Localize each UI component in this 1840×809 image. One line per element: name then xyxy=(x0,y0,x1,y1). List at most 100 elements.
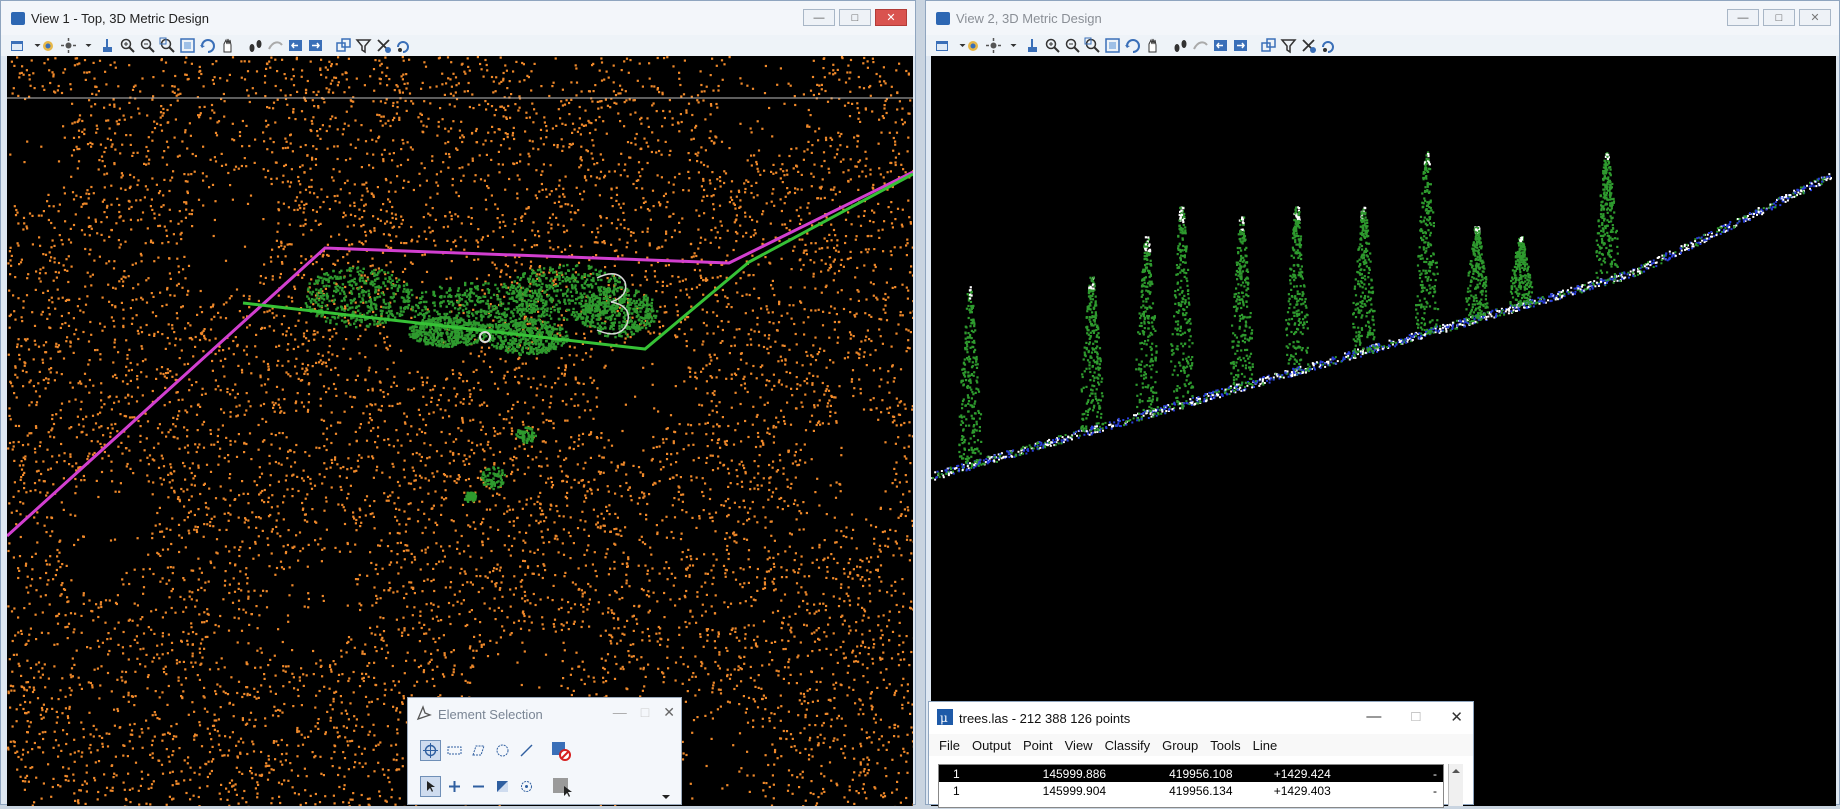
invert-selection-icon[interactable] xyxy=(492,776,513,797)
view1-canvas[interactable]: 3 xyxy=(7,56,913,806)
rotate-view-icon[interactable] xyxy=(1124,37,1141,54)
maximize-button[interactable]: □ xyxy=(1763,9,1795,26)
display-style-icon[interactable] xyxy=(965,37,982,54)
add-selection-icon[interactable] xyxy=(444,776,465,797)
new-selection-icon[interactable] xyxy=(420,776,441,797)
view2-titlebar[interactable]: View 2, 3D Metric Design — □ ✕ xyxy=(926,1,1839,35)
chevron-down-icon[interactable] xyxy=(1005,37,1013,54)
zoom-out-icon[interactable] xyxy=(139,37,156,54)
next-view-icon[interactable] xyxy=(1232,37,1249,54)
update-view-icon[interactable] xyxy=(99,37,116,54)
pan-view-icon[interactable] xyxy=(1144,37,1161,54)
flag-cell: - xyxy=(1433,767,1443,781)
copy-view-icon[interactable] xyxy=(1260,37,1277,54)
camera-icon[interactable] xyxy=(1192,37,1209,54)
copy-view-icon[interactable] xyxy=(335,37,352,54)
previous-view-icon[interactable] xyxy=(1212,37,1229,54)
maximize-button[interactable]: □ xyxy=(641,704,649,721)
table-scrollbar[interactable] xyxy=(1448,764,1463,806)
point-cloud-titlebar[interactable]: μ trees.las - 212 388 126 points — □ ✕ xyxy=(929,702,1473,734)
element-selection-titlebar[interactable]: Element Selection — □ ✕ xyxy=(408,698,681,730)
select-all-icon[interactable] xyxy=(516,776,537,797)
easting-cell: 145999.904 xyxy=(1043,784,1169,798)
lighting-icon[interactable] xyxy=(985,37,1002,54)
zoom-out-icon[interactable] xyxy=(1064,37,1081,54)
elevation-cell: +1429.424 xyxy=(1274,767,1433,781)
table-row[interactable]: 1 145999.886 419956.108 +1429.424 - xyxy=(939,765,1443,782)
menu-classify[interactable]: Classify xyxy=(1105,738,1151,753)
chevron-down-icon[interactable] xyxy=(29,37,37,54)
close-button[interactable]: ✕ xyxy=(1450,708,1463,726)
minimize-button[interactable]: — xyxy=(1366,708,1381,726)
circle-select-icon[interactable] xyxy=(492,740,513,761)
walk-icon[interactable] xyxy=(1172,37,1189,54)
next-view-icon[interactable] xyxy=(307,37,324,54)
element-selection-dialog[interactable]: Element Selection — □ ✕ xyxy=(407,697,682,805)
update-view-icon[interactable] xyxy=(1024,37,1041,54)
view-settings-icon[interactable] xyxy=(395,37,412,54)
line-select-icon[interactable] xyxy=(516,740,537,761)
terrascan-logo-icon: μ xyxy=(937,709,953,728)
window-area-icon[interactable] xyxy=(1084,37,1101,54)
close-button[interactable]: ✕ xyxy=(875,9,907,26)
point-class-cell: 1 xyxy=(939,784,1043,798)
menu-point[interactable]: Point xyxy=(1023,738,1053,753)
selection-options-icon[interactable] xyxy=(551,776,573,801)
menu-file[interactable]: File xyxy=(939,738,960,753)
clip-volume-icon[interactable] xyxy=(355,37,372,54)
menu-line[interactable]: Line xyxy=(1253,738,1278,753)
close-button[interactable]: ✕ xyxy=(1799,9,1831,26)
fit-view-icon[interactable] xyxy=(179,37,196,54)
individual-select-icon[interactable] xyxy=(420,740,441,761)
view-settings-icon[interactable] xyxy=(1320,37,1337,54)
menu-view[interactable]: View xyxy=(1065,738,1093,753)
minimize-button[interactable]: — xyxy=(613,704,627,721)
clip-mask-icon[interactable] xyxy=(375,37,392,54)
selection-method-row xyxy=(420,740,537,761)
point-cloud-window[interactable]: μ trees.las - 212 388 126 points — □ ✕ F… xyxy=(928,701,1474,805)
element-selection-icon xyxy=(416,705,432,724)
close-button[interactable]: ✕ xyxy=(663,704,675,721)
block-select-icon[interactable] xyxy=(444,740,465,761)
chevron-down-icon[interactable] xyxy=(954,37,962,54)
camera-icon[interactable] xyxy=(267,37,284,54)
view1-window[interactable]: View 1 - Top, 3D Metric Design — □ ✕ xyxy=(0,0,916,805)
menu-group[interactable]: Group xyxy=(1162,738,1198,753)
view1-titlebar[interactable]: View 1 - Top, 3D Metric Design — □ ✕ xyxy=(1,1,915,35)
clear-selection-icon[interactable] xyxy=(550,740,572,765)
menu-tools[interactable]: Tools xyxy=(1210,738,1240,753)
display-style-icon[interactable] xyxy=(40,37,57,54)
view2-window[interactable]: View 2, 3D Metric Design — □ ✕ xyxy=(925,0,1840,805)
chevron-down-icon[interactable] xyxy=(661,790,671,804)
minimize-button[interactable]: — xyxy=(1727,9,1759,26)
window-area-icon[interactable] xyxy=(159,37,176,54)
lighting-icon[interactable] xyxy=(60,37,77,54)
zoom-in-icon[interactable] xyxy=(1044,37,1061,54)
pan-view-icon[interactable] xyxy=(219,37,236,54)
selection-mode-row xyxy=(420,776,537,797)
minimize-button[interactable]: — xyxy=(803,9,835,26)
element-selection-title: Element Selection xyxy=(438,707,543,722)
walk-icon[interactable] xyxy=(247,37,264,54)
table-row[interactable]: 1 145999.904 419956.134 +1429.403 - xyxy=(939,782,1443,799)
view-attributes-icon[interactable] xyxy=(9,37,26,54)
view-attributes-icon[interactable] xyxy=(934,37,951,54)
clip-volume-icon[interactable] xyxy=(1280,37,1297,54)
menu-output[interactable]: Output xyxy=(972,738,1011,753)
subtract-selection-icon[interactable] xyxy=(468,776,489,797)
maximize-button[interactable]: □ xyxy=(1411,708,1420,726)
shape-select-icon[interactable] xyxy=(468,740,489,761)
scroll-up-icon[interactable] xyxy=(1449,764,1463,778)
zoom-in-icon[interactable] xyxy=(119,37,136,54)
profile-view-point-cloud[interactable] xyxy=(931,56,1836,806)
rotate-view-icon[interactable] xyxy=(199,37,216,54)
top-view-point-cloud[interactable]: 3 xyxy=(7,56,913,806)
chevron-down-icon[interactable] xyxy=(80,37,88,54)
view2-canvas[interactable] xyxy=(931,56,1836,806)
point-list-table[interactable]: 1 145999.886 419956.108 +1429.424 - 1 14… xyxy=(938,764,1444,808)
clip-mask-icon[interactable] xyxy=(1300,37,1317,54)
view2-toolbar xyxy=(926,35,1839,56)
maximize-button[interactable]: □ xyxy=(839,9,871,26)
fit-view-icon[interactable] xyxy=(1104,37,1121,54)
previous-view-icon[interactable] xyxy=(287,37,304,54)
